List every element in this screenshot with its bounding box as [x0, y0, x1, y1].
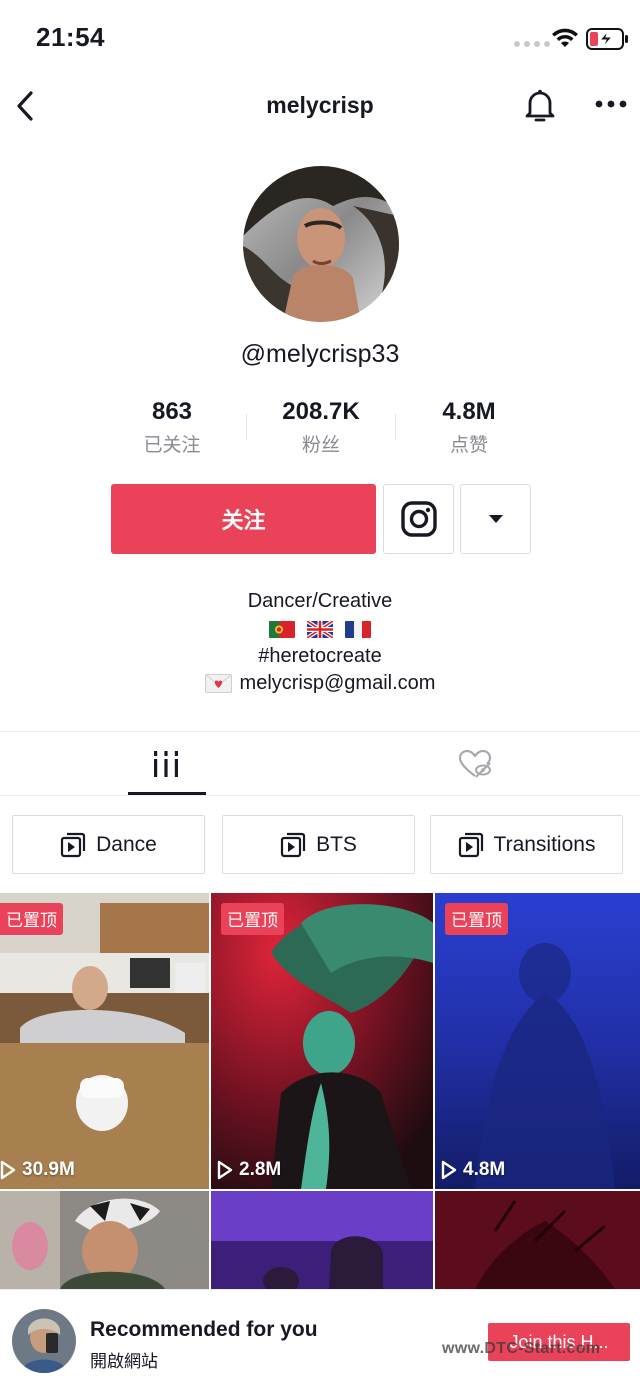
follow-button[interactable]: 关注 [111, 484, 376, 554]
video-thumbnail[interactable]: 已置顶 2.8M [211, 893, 433, 1189]
stat-likes[interactable]: 4.8M 点赞 [404, 398, 534, 457]
playlist-label: BTS [316, 832, 357, 856]
suggested-accounts-dropdown-button[interactable] [460, 484, 531, 554]
status-time: 21:54 [36, 22, 105, 52]
recommendation-title: Recommended for you [90, 1318, 318, 1341]
view-count-text: 2.8M [239, 1159, 282, 1180]
video-thumbnail[interactable] [435, 1191, 640, 1289]
active-tab-indicator [128, 792, 206, 795]
instagram-button[interactable] [383, 484, 454, 554]
video-thumbnail[interactable]: 已置顶 4.8M [435, 893, 640, 1189]
play-outline-icon [441, 1160, 457, 1180]
playlists-row: Dance BTS Transitions [0, 815, 640, 875]
bio-hashtag[interactable]: #heretocreate [0, 643, 640, 671]
stat-divider [246, 414, 247, 440]
pinned-badge: 已置顶 [445, 903, 508, 935]
recommended-avatar [12, 1309, 76, 1373]
tab-liked[interactable] [316, 732, 636, 796]
view-count: 2.8M [217, 1159, 281, 1181]
profile-bio: Dancer/Creative #heretocreate melycrisp@… [0, 588, 640, 698]
content-tabs [0, 731, 640, 796]
recommendation-banner[interactable]: Recommended for you 開啟網站 Join this H... … [0, 1289, 640, 1389]
cellular-signal-icon [514, 41, 550, 47]
playlist-label: Dance [96, 832, 157, 856]
tab-videos[interactable] [6, 732, 326, 796]
playlist-dance[interactable]: Dance [12, 815, 205, 874]
nav-bar: melycrisp [0, 76, 640, 136]
grid-columns-icon [154, 751, 178, 777]
bio-title: Dancer/Creative [247, 590, 393, 612]
stat-value: 4.8M [442, 398, 496, 425]
watermark-text: www.DTC-Start.com [442, 1340, 601, 1357]
playlist-icon [280, 832, 306, 857]
play-outline-icon [217, 1160, 233, 1180]
stat-divider [395, 414, 396, 440]
wifi-icon [552, 28, 578, 47]
portugal-flag-icon [269, 620, 295, 638]
more-options-icon[interactable] [594, 98, 628, 110]
playlist-icon [61, 832, 86, 857]
view-count: 4.8M [441, 1159, 505, 1181]
video-grid: 已置顶 30.9M 已置顶 2.8M 已置顶 4.8M [0, 893, 640, 1289]
playlist-bts[interactable]: BTS [222, 815, 415, 874]
bio-email[interactable]: melycrisp@gmail.com [240, 670, 436, 698]
pinned-badge: 已置顶 [0, 903, 63, 935]
battery-charging-icon [586, 28, 628, 50]
stat-followers[interactable]: 208.7K 粉丝 [256, 398, 386, 457]
bell-icon[interactable] [522, 86, 558, 126]
profile-stats: 863 已关注 208.7K 粉丝 4.8M 点赞 [0, 398, 640, 462]
play-outline-icon [0, 1160, 16, 1180]
bio-email-row: melycrisp@gmail.com [0, 670, 640, 698]
video-thumbnail[interactable] [0, 1191, 209, 1289]
caret-down-icon [488, 515, 503, 523]
instagram-icon [400, 501, 437, 537]
uk-flag-icon [307, 620, 333, 638]
profile-avatar[interactable] [243, 166, 399, 322]
view-count-text: 30.9M [22, 1159, 75, 1180]
video-thumbnail[interactable] [211, 1191, 433, 1289]
bio-flags [0, 616, 640, 643]
stat-label: 粉丝 [301, 435, 340, 456]
status-bar: 21:54 [0, 0, 640, 76]
stat-label: 已关注 [143, 435, 201, 456]
pinned-badge: 已置顶 [221, 903, 284, 935]
stat-following[interactable]: 863 已关注 [107, 398, 237, 457]
view-count-text: 4.8M [463, 1159, 506, 1180]
recommendation-subtitle: 開啟網站 [90, 1352, 158, 1371]
stat-value: 208.7K [282, 398, 360, 425]
playlist-transitions[interactable]: Transitions [430, 815, 623, 874]
france-flag-icon [345, 620, 371, 638]
video-thumbnail[interactable]: 已置顶 30.9M [0, 893, 209, 1189]
love-letter-icon [204, 674, 232, 694]
playlist-icon [458, 832, 483, 857]
stat-label: 点赞 [449, 435, 488, 456]
hidden-likes-heart-icon [459, 750, 492, 778]
stat-value: 863 [151, 398, 193, 425]
view-count: 30.9M [0, 1159, 75, 1181]
profile-handle: @melycrisp33 [240, 340, 400, 368]
playlist-label: Transitions [493, 832, 596, 856]
